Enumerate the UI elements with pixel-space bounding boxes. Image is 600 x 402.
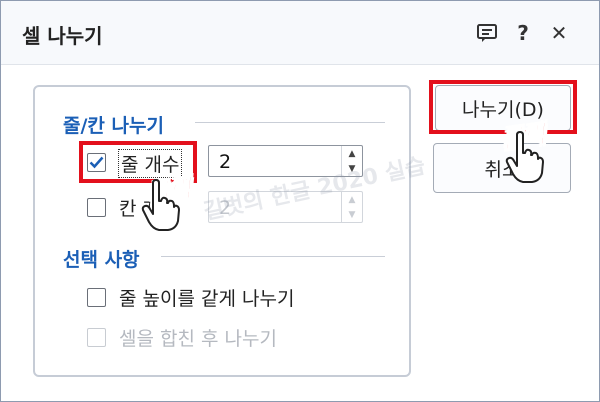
equal-row-height-checkbox[interactable]	[87, 288, 106, 307]
stepper-down-icon[interactable]: ▼	[342, 207, 362, 222]
row-count-value: 2	[219, 151, 232, 173]
merge-then-split-checkbox[interactable]	[87, 328, 106, 347]
hand-cursor-icon	[505, 131, 544, 183]
hand-cursor-icon	[141, 179, 180, 231]
comment-icon[interactable]	[475, 21, 499, 45]
col-count-checkbox[interactable]	[87, 198, 106, 217]
stepper-up-icon[interactable]: ▲	[342, 146, 362, 161]
split-section-title: 줄/칸 나누기	[63, 115, 164, 137]
split-cell-dialog: 셀 나누기 ? ✕ 줄/칸 나누기 줄 개수 2 ▲ ▼ 칸 개수 2	[0, 0, 600, 402]
merge-then-split-label: 셀을 합친 후 나누기	[119, 328, 277, 350]
equal-row-height-label: 줄 높이를 같게 나누기	[119, 288, 295, 310]
cancel-button[interactable]: 취소	[433, 143, 571, 193]
options-section-title: 선택 사항	[63, 249, 140, 271]
close-icon[interactable]: ✕	[547, 21, 571, 45]
section-divider	[161, 256, 385, 257]
section-divider	[195, 122, 385, 123]
help-icon[interactable]: ?	[511, 21, 535, 45]
dialog-title: 셀 나누기	[22, 24, 103, 48]
title-bar: 셀 나누기 ? ✕	[1, 1, 599, 65]
